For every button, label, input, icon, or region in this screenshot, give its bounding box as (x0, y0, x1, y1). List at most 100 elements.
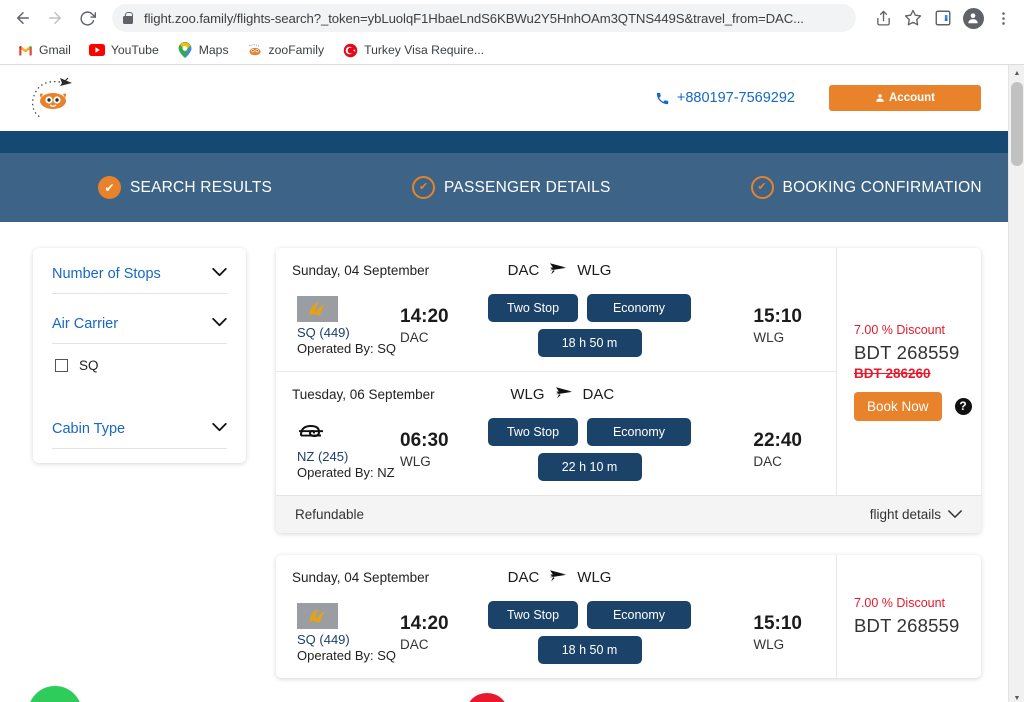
departure-block: 06:30 WLG (400, 430, 488, 469)
chevron-down-icon (948, 507, 962, 522)
leg-badges: Two Stop Economy 18 h 50 m (488, 294, 691, 357)
browser-menu-button[interactable] (990, 5, 1016, 31)
airplane-icon (548, 567, 568, 587)
route-origin: DAC (507, 261, 540, 279)
book-row: Book Now ? (854, 391, 981, 421)
filter-header[interactable]: Number of Stops (52, 266, 227, 293)
refundable-label: Refundable (295, 507, 365, 522)
forward-button[interactable] (40, 3, 70, 33)
departure-airport: DAC (400, 637, 429, 652)
operated-by: Operated By: SQ (297, 340, 396, 356)
step-passenger-details[interactable]: ✔ PASSENGER DETAILS (412, 176, 610, 199)
page-content: +880197-7569292 Account .. ✔ SEARCH RESU… (0, 65, 1008, 702)
scroll-up-arrow-icon[interactable]: ▲ (1009, 65, 1024, 81)
leg-badges: Two Stop Economy 18 h 50 m (488, 601, 691, 664)
bookmark-turkey-visa[interactable]: Turkey Visa Require... (335, 39, 491, 61)
route-destination: DAC (582, 385, 615, 403)
zoo-family-logo[interactable] (24, 73, 86, 123)
bookmark-gmail[interactable]: Gmail (10, 39, 78, 61)
lock-icon (122, 11, 134, 25)
share-button[interactable] (870, 5, 896, 31)
flight-legs: Sunday, 04 September DAC WLG SQ (449) Op… (276, 248, 836, 495)
flight-card-footer: Refundable flight details (276, 495, 981, 533)
leg-row: SQ (449) Operated By: SQ 14:20 DAC Two S… (292, 601, 820, 664)
leg-header: Sunday, 04 September DAC WLG (292, 260, 820, 280)
page-scrollbar[interactable]: ▲ ▼ (1008, 65, 1024, 702)
user-icon (876, 94, 884, 102)
gmail-icon (17, 42, 33, 58)
duration-badge: 18 h 50 m (537, 636, 642, 664)
reload-button[interactable] (72, 3, 102, 33)
google-maps-icon (177, 42, 193, 58)
browser-chrome: flight.zoo.family/flights-search?_token=… (0, 0, 1024, 65)
airline-block: SQ (449) Operated By: SQ (292, 295, 400, 356)
turkey-visa-icon (342, 42, 358, 58)
flight-card-body: Sunday, 04 September DAC WLG SQ (449) Op… (276, 248, 981, 495)
back-button[interactable] (8, 3, 38, 33)
leg-header: Sunday, 04 September DAC WLG (292, 567, 820, 587)
departure-block: 14:20 DAC (400, 613, 488, 652)
arrival-airport: WLG (753, 637, 785, 652)
filter-title: Air Carrier (52, 316, 119, 332)
leg-row: SQ (449) Operated By: SQ 14:20 DAC Two S… (292, 294, 820, 357)
departure-block: 14:20 DAC (400, 306, 488, 345)
check-icon: ✔ (98, 176, 121, 199)
youtube-icon (88, 42, 105, 58)
extensions-button[interactable] (930, 5, 956, 31)
checkbox-sq[interactable] (55, 359, 68, 372)
filter-divider (52, 448, 227, 449)
page-viewport: +880197-7569292 Account .. ✔ SEARCH RESU… (0, 65, 1024, 702)
operated-by: Operated By: NZ (297, 464, 395, 480)
flight-card: Sunday, 04 September DAC WLG SQ (449) Op… (276, 248, 981, 533)
url-text: flight.zoo.family/flights-search?_token=… (144, 10, 804, 26)
price-panel: 7.00 % Discount BDT 268559 BDT 286260 Bo… (836, 248, 981, 495)
book-now-button[interactable]: Book Now (854, 391, 942, 421)
site-header: +880197-7569292 Account (0, 65, 1008, 131)
question-mark-icon[interactable]: ? (954, 397, 972, 415)
step-label: BOOKING CONFIRMATION (782, 178, 982, 196)
air-new-zealand-logo (297, 420, 338, 446)
singapore-airlines-logo (297, 602, 338, 629)
three-dot-menu-icon (1001, 11, 1005, 25)
cabin-badge: Economy (587, 601, 691, 629)
filter-title: Cabin Type (52, 421, 126, 437)
step-booking-confirmation[interactable]: ✔ BOOKING CONFIRMATION (750, 176, 982, 199)
airline-code: SQ (449) (297, 324, 350, 340)
bookmark-button[interactable] (900, 5, 926, 31)
scroll-down-arrow-icon[interactable]: ▼ (1009, 690, 1024, 702)
leg-route: DAC WLG (508, 567, 742, 587)
back-arrow-icon (17, 12, 29, 24)
airline-block: SQ (449) Operated By: SQ (292, 602, 400, 663)
stops-badge: Two Stop (488, 294, 578, 322)
zoofamily-icon (247, 42, 263, 58)
filter-title: Number of Stops (52, 266, 161, 282)
account-button[interactable]: Account (829, 85, 981, 111)
carrier-option-sq[interactable]: SQ (52, 344, 227, 399)
phone-number: +880197-7569292 (676, 90, 795, 106)
route-origin: DAC (507, 568, 540, 586)
profile-button[interactable] (960, 5, 986, 31)
filter-header[interactable]: Air Carrier (52, 316, 227, 343)
badge-row: Two Stop Economy (488, 294, 691, 322)
leg-route: DAC WLG (508, 260, 742, 280)
operated-by: Operated By: SQ (297, 647, 396, 663)
extensions-icon (935, 10, 951, 26)
price-panel: 7.00 % Discount BDT 268559 (836, 555, 981, 678)
chevron-down-icon (212, 268, 227, 280)
check-icon: ✔ (412, 176, 436, 199)
account-label: Account (889, 92, 935, 104)
scrollbar-thumb[interactable] (1011, 82, 1023, 166)
step-label: PASSENGER DETAILS (444, 178, 611, 196)
phone-link[interactable]: +880197-7569292 (655, 90, 795, 106)
step-search-results[interactable]: ✔ SEARCH RESULTS (98, 176, 272, 199)
flight-details-toggle[interactable]: flight details (870, 507, 962, 522)
singapore-airlines-logo (297, 295, 338, 322)
bookmark-youtube[interactable]: YouTube (82, 39, 166, 61)
duration-badge: 18 h 50 m (537, 329, 642, 357)
flight-card-body: Sunday, 04 September DAC WLG SQ (449) Op… (276, 555, 981, 678)
leg-date: Sunday, 04 September (292, 262, 430, 278)
address-bar[interactable]: flight.zoo.family/flights-search?_token=… (112, 4, 856, 32)
filter-header[interactable]: Cabin Type (52, 421, 227, 448)
bookmark-maps[interactable]: Maps (170, 39, 236, 61)
bookmark-zoofamily[interactable]: zooFamily (240, 39, 332, 61)
